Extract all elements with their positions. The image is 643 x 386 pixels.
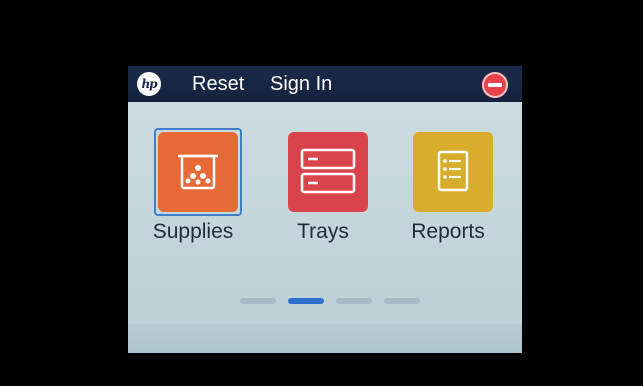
hp-logo[interactable]: hp (137, 72, 161, 96)
reports-icon-tile (413, 132, 493, 212)
page-dot-4[interactable] (384, 298, 420, 304)
page-dot-3[interactable] (336, 298, 372, 304)
supplies-tile[interactable]: Supplies (148, 128, 242, 248)
sign-in-button[interactable]: Sign In (262, 66, 354, 102)
reports-tile[interactable]: Reports (403, 128, 493, 248)
reset-button[interactable]: Reset (184, 66, 260, 102)
trays-tile[interactable]: Trays (278, 128, 368, 248)
page-indicator (240, 298, 420, 304)
top-bar: hp Reset Sign In (128, 66, 522, 102)
supplies-label: Supplies (152, 220, 234, 243)
trays-label: Trays (297, 220, 349, 243)
supplies-icon-tile (158, 132, 238, 212)
printer-screen: hp Reset Sign In Supplies Trays Reports (128, 66, 522, 353)
page-dot-1[interactable] (240, 298, 276, 304)
hp-logo-text: hp (141, 77, 157, 91)
stop-icon[interactable] (482, 72, 508, 98)
footer-band (128, 324, 522, 353)
page-dot-2-active[interactable] (288, 298, 324, 304)
supplies-icon (178, 154, 218, 190)
trays-icon (300, 148, 356, 194)
reports-icon (437, 150, 469, 192)
trays-icon-tile (288, 132, 368, 212)
reports-label: Reports (411, 220, 485, 243)
